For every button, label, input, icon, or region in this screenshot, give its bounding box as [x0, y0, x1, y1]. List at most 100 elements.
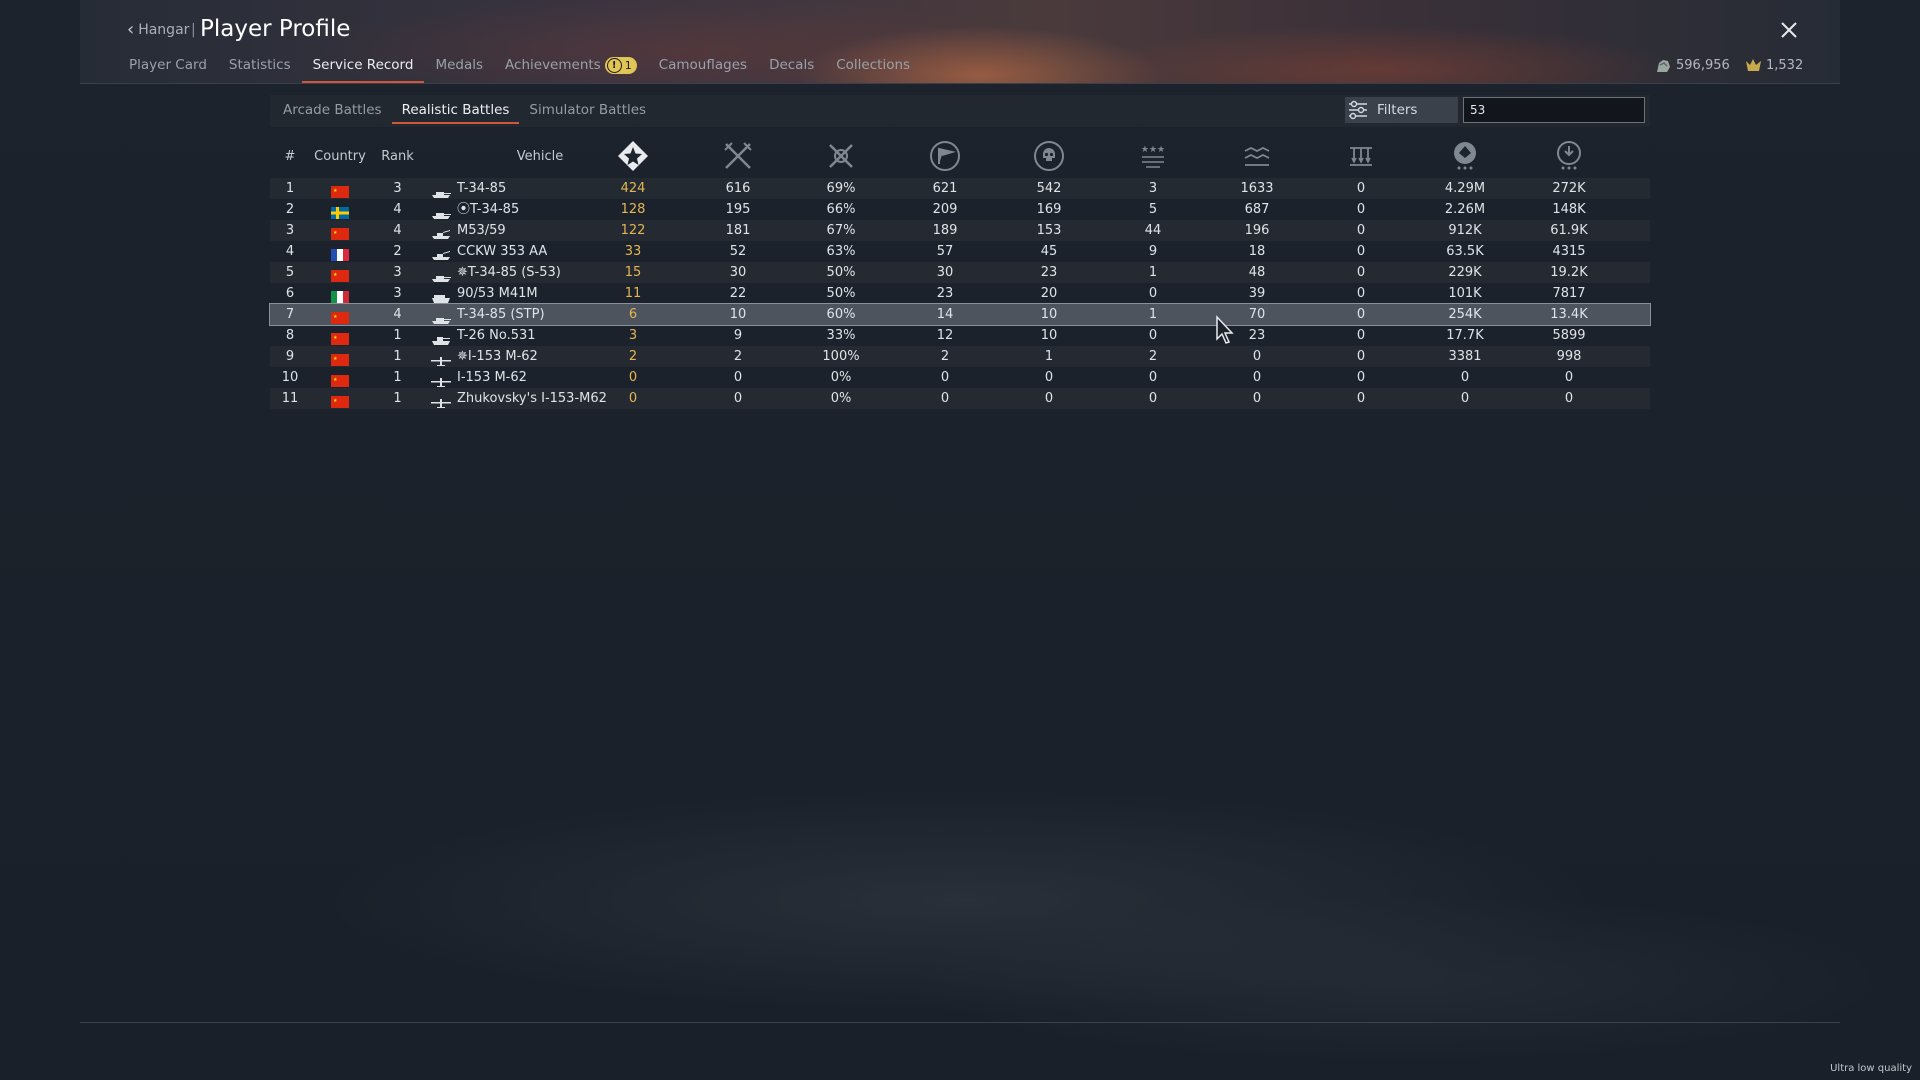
- deaths-cell: 10: [1040, 328, 1058, 343]
- victories-cell: 66%: [826, 202, 856, 217]
- column-experience[interactable]: [1445, 136, 1485, 176]
- column-battles[interactable]: [613, 136, 653, 176]
- svg-text:★: ★: [333, 377, 338, 383]
- row-number: 2: [285, 202, 295, 217]
- missions-cell: 209: [932, 202, 958, 217]
- tab-camouflages[interactable]: Camouflages: [648, 55, 758, 81]
- air-kills-cell: 0: [1148, 286, 1158, 301]
- vehicle-cell: T-26 No.531: [431, 325, 631, 346]
- table-row[interactable]: ★ 9 1 2 2 100% 2 1 2 0 0 3381 998 ✵I-153 M-62: [270, 346, 1650, 367]
- table-row[interactable]: ★ 3 4 122 181 67% 189 153 44 196 0 912K 61.9K M53/59: [270, 220, 1650, 241]
- experience-cell: 229K: [1448, 265, 1482, 280]
- gold-balance: 1,532: [1745, 57, 1803, 74]
- naval-kills-icon: [1350, 147, 1372, 166]
- missions-cell: 14: [936, 307, 954, 322]
- missions-cell: 0: [940, 370, 950, 385]
- vehicle-stats-table: ★ 1 3 424 616 69% 621 542 3 1633 0 4.29M 272K T-34-85…: [269, 178, 1651, 409]
- column-missions[interactable]: [925, 136, 965, 176]
- chevron-left-icon: ‹: [127, 19, 135, 40]
- player-profile-screen: ‹ Hangar | Player Profile Player Card Sta…: [0, 0, 1920, 1080]
- vehicle-cell: 90/53 M41M: [431, 283, 631, 304]
- column-naval-kills[interactable]: [1341, 136, 1381, 176]
- vehicle-name: CCKW 353 AA: [457, 244, 548, 259]
- respawns-cell: 616: [725, 181, 751, 196]
- naval-kills-cell: 0: [1356, 307, 1366, 322]
- column-rank[interactable]: Rank: [370, 136, 425, 176]
- silver-lions-icon: [1657, 60, 1670, 72]
- svg-text:★: ★: [333, 314, 338, 320]
- tank-vehicle-icon: [431, 310, 451, 324]
- tab-collections[interactable]: Collections: [825, 55, 921, 81]
- ground-kills-cell: 1633: [1240, 181, 1274, 196]
- column-country[interactable]: Country: [310, 136, 370, 176]
- row-number: 1: [285, 181, 295, 196]
- table-row[interactable]: 4 2 33 52 63% 57 45 9 18 0 63.5K 4315 CCKW 353 AA: [270, 241, 1650, 262]
- row-number: 8: [285, 328, 295, 343]
- tab-player-card[interactable]: Player Card: [118, 55, 218, 81]
- tab-arcade-battles[interactable]: Arcade Battles: [273, 98, 392, 124]
- column-score[interactable]: [1549, 136, 1589, 176]
- filters-button[interactable]: Filters: [1345, 97, 1458, 123]
- vehicle-name: 90/53 M41M: [457, 286, 538, 301]
- tab-realistic-battles[interactable]: Realistic Battles: [391, 98, 520, 124]
- air-kills-cell: 1: [1148, 307, 1158, 322]
- column-respawns[interactable]: [718, 136, 758, 176]
- experience-cell: 0: [1460, 391, 1470, 406]
- vehicle-cell: CCKW 353 AA: [431, 241, 631, 262]
- close-icon: [1781, 22, 1797, 38]
- vehicle-cell: T-34-85 (STP): [431, 304, 631, 325]
- deaths-cell: 1: [1044, 349, 1054, 364]
- battles-icon: [618, 141, 648, 171]
- vehicle-cell: T-34-85: [431, 178, 631, 199]
- respawns-cell: 0: [733, 370, 743, 385]
- table-row[interactable]: ★ 11 1 0 0 0% 0 0 0 0 0 0 0 Zhukovsky's I-153-M62: [270, 388, 1650, 409]
- column-number[interactable]: #: [270, 136, 310, 176]
- table-row[interactable]: ★ 10 1 0 0 0% 0 0 0 0 0 0 0 I-153 M-62: [270, 367, 1650, 388]
- experience-cell: 4.29M: [1444, 181, 1486, 196]
- back-to-hangar-link[interactable]: ‹ Hangar: [127, 19, 190, 40]
- table-row[interactable]: 6 3 11 22 50% 23 20 0 39 0 101K 7817 90/53 M41M: [270, 283, 1650, 304]
- respawns-cell: 9: [733, 328, 743, 343]
- tab-service-record[interactable]: Service Record: [301, 55, 425, 83]
- ground-kills-cell: 70: [1248, 307, 1266, 322]
- table-row[interactable]: ★ 5 3 15 30 50% 30 23 1 48 0 229K 19.2K ✵T-34-85 (S-5…: [270, 262, 1650, 283]
- table-row[interactable]: ★ 1 3 424 616 69% 621 542 3 1633 0 4.29M 272K T-34-85: [270, 178, 1650, 199]
- tab-simulator-battles[interactable]: Simulator Battles: [519, 98, 656, 124]
- column-vehicle[interactable]: Vehicle: [445, 136, 635, 176]
- deaths-cell: 542: [1036, 181, 1062, 196]
- table-row[interactable]: ★ 7 4 6 10 60% 14 10 1 70 0 254K 13.4K T-34-85 (STP): [269, 303, 1651, 326]
- tab-decals[interactable]: Decals: [758, 55, 825, 81]
- back-label: Hangar: [138, 22, 190, 38]
- column-air-kills[interactable]: ★★★: [1133, 136, 1173, 176]
- vehicle-name: T-26 No.531: [457, 328, 536, 343]
- column-victories[interactable]: [821, 136, 861, 176]
- tab-medals[interactable]: Medals: [424, 55, 494, 81]
- score-cell: 7817: [1552, 286, 1586, 301]
- naval-kills-cell: 0: [1356, 286, 1366, 301]
- rank-cell: 4: [393, 202, 402, 217]
- column-ground-kills[interactable]: [1237, 136, 1277, 176]
- victories-cell: 33%: [826, 328, 856, 343]
- td-vehicle-icon: [431, 289, 451, 303]
- table-row[interactable]: 2 4 128 195 66% 209 169 5 687 0 2.26M 148K ⦿T-34-85: [270, 199, 1650, 220]
- tab-label: Achievements: [505, 57, 601, 73]
- score-icon: [1557, 141, 1581, 170]
- missions-cell: 23: [936, 286, 954, 301]
- close-button[interactable]: [1778, 20, 1800, 42]
- score-cell: 0: [1564, 391, 1574, 406]
- column-deaths[interactable]: [1029, 136, 1069, 176]
- svg-text:★: ★: [333, 335, 338, 341]
- score-cell: 13.4K: [1550, 307, 1588, 322]
- vehicle-name: T-34-85: [457, 181, 507, 196]
- search-input[interactable]: [1463, 97, 1645, 123]
- tab-achievements[interactable]: Achievements! 1: [494, 55, 648, 81]
- vehicle-cell: I-153 M-62: [431, 367, 631, 388]
- table-row[interactable]: ★ 8 1 3 9 33% 12 10 0 23 0 17.7K 5899 T-26 No.531: [270, 325, 1650, 346]
- spaa-vehicle-icon: [431, 226, 451, 239]
- ground-kills-cell: 0: [1252, 349, 1262, 364]
- svg-text:★★★: ★★★: [1141, 145, 1165, 155]
- tab-statistics[interactable]: Statistics: [218, 55, 302, 81]
- victories-cell: 67%: [826, 223, 856, 238]
- ground-kills-cell: 18: [1248, 244, 1266, 259]
- experience-cell: 3381: [1448, 349, 1482, 364]
